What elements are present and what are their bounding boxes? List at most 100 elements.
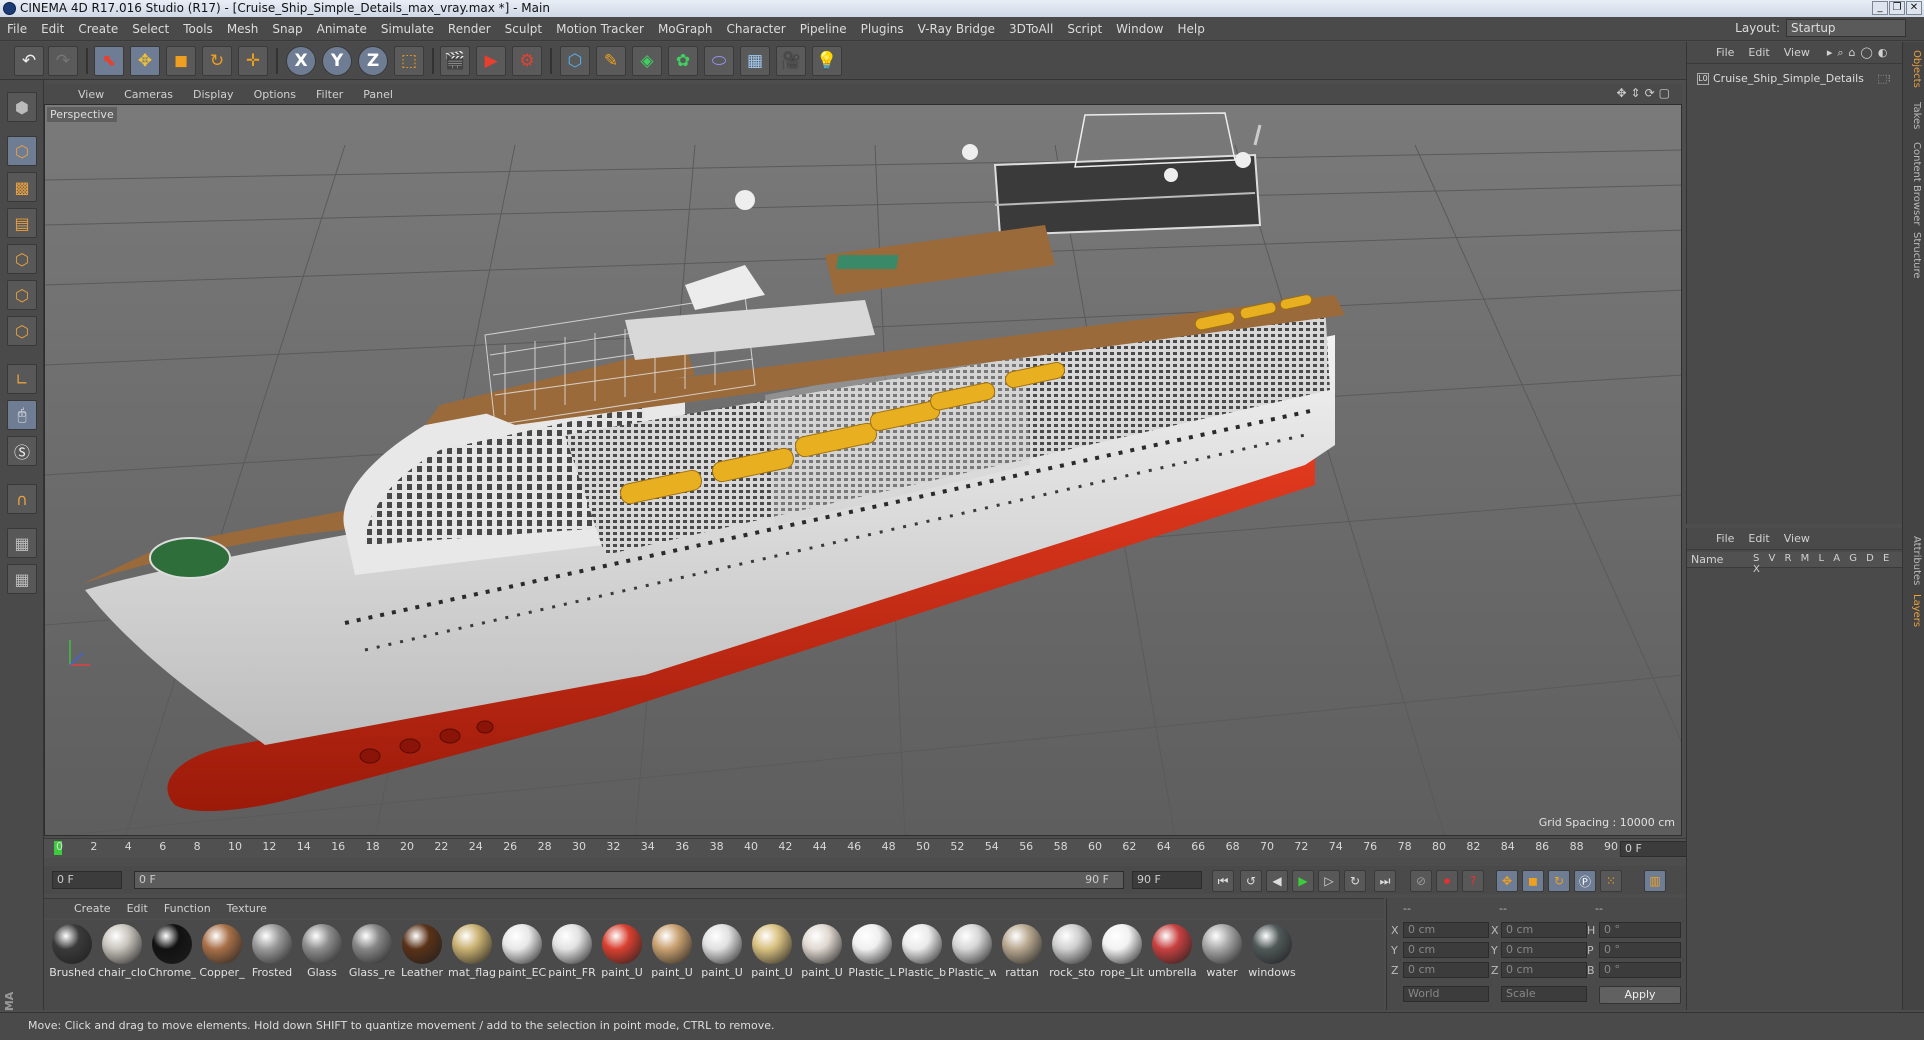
- record-button[interactable]: ⏺: [1436, 870, 1458, 892]
- material-swatch[interactable]: rock_sto: [1048, 922, 1095, 984]
- add-camera-button[interactable]: 🎥: [776, 46, 806, 76]
- go-to-start-button[interactable]: ⏮: [1212, 870, 1234, 892]
- next-frame-button[interactable]: ▷: [1318, 870, 1340, 892]
- record-scale-button[interactable]: ◼: [1522, 870, 1544, 892]
- material-swatch[interactable]: paint_U: [698, 922, 744, 984]
- axis-mode-button[interactable]: ∟: [7, 364, 37, 394]
- menu-vray-bridge[interactable]: V-Ray Bridge: [911, 22, 1002, 36]
- viewport-menu-view[interactable]: View: [68, 88, 114, 101]
- x-axis-lock-button[interactable]: X: [286, 46, 316, 76]
- material-swatch[interactable]: rattan: [998, 922, 1044, 984]
- object-manager-tool-icons[interactable]: ▸⌕⌂◯◐: [1827, 46, 1893, 60]
- material-menu-function[interactable]: Function: [156, 902, 219, 915]
- add-pen-spline-button[interactable]: ✎: [596, 46, 626, 76]
- object-visibility-icon[interactable]: ⬚⁝: [1877, 70, 1891, 88]
- material-menu-create[interactable]: Create: [66, 902, 119, 915]
- scale-tool-button[interactable]: ◼: [166, 46, 196, 76]
- start-frame-field[interactable]: 0 F: [52, 871, 122, 889]
- object-menu-view[interactable]: View: [1777, 46, 1817, 59]
- timeline-ruler[interactable]: 0 2 4 6 8 10 12 14 16 18 20 22 24 26 28 30 32 34 36 38 40 42 4…: [44, 838, 1690, 858]
- rot-b-field[interactable]: 0 °: [1599, 962, 1681, 978]
- material-menu-edit[interactable]: Edit: [119, 902, 156, 915]
- menu-sculpt[interactable]: Sculpt: [498, 22, 549, 36]
- render-settings-button[interactable]: ⚙: [512, 46, 542, 76]
- next-key-button[interactable]: ↻: [1344, 870, 1366, 892]
- maximize-button[interactable]: ❐: [1889, 1, 1905, 15]
- texture-mode-button[interactable]: ▩: [7, 172, 37, 202]
- menu-mesh[interactable]: Mesh: [220, 22, 266, 36]
- material-swatch[interactable]: windows: [1248, 922, 1296, 984]
- add-cloner-button[interactable]: ✿: [668, 46, 698, 76]
- menu-create[interactable]: Create: [71, 22, 125, 36]
- pos-x-field[interactable]: 0 cm: [1403, 922, 1489, 938]
- viewport-menu-filter[interactable]: Filter: [306, 88, 353, 101]
- material-swatch[interactable]: paint_U: [748, 922, 794, 984]
- make-editable-button[interactable]: ⬢: [7, 92, 37, 122]
- menu-3dtoall[interactable]: 3DToAll: [1002, 22, 1060, 36]
- rot-h-field[interactable]: 0 °: [1599, 922, 1681, 938]
- current-frame-field[interactable]: 0 F: [1620, 841, 1690, 857]
- keyframe-selection-button[interactable]: ⊘: [1410, 870, 1432, 892]
- snapping-button[interactable]: Ⓢ: [7, 436, 37, 466]
- live-selection-button[interactable]: ⬉: [94, 46, 124, 76]
- menu-snap[interactable]: Snap: [265, 22, 309, 36]
- previous-key-button[interactable]: ↺: [1240, 870, 1262, 892]
- object-menu-edit[interactable]: Edit: [1741, 46, 1776, 59]
- add-deformer-button[interactable]: ⬭: [704, 46, 734, 76]
- material-swatch[interactable]: rope_Lit: [1098, 922, 1144, 984]
- viewport-menu-display[interactable]: Display: [183, 88, 244, 101]
- tab-layers[interactable]: Layers: [1906, 594, 1922, 627]
- menu-help[interactable]: Help: [1170, 22, 1211, 36]
- add-light-button[interactable]: 💡: [812, 46, 842, 76]
- preview-range-slider[interactable]: 0 F 90 F: [134, 871, 1124, 889]
- points-mode-button[interactable]: ⬡: [7, 244, 37, 274]
- material-swatch[interactable]: paint_U: [798, 922, 844, 984]
- pos-y-field[interactable]: 0 cm: [1403, 942, 1489, 958]
- material-swatch[interactable]: chair_clo: [98, 922, 146, 984]
- tab-takes[interactable]: Takes: [1906, 102, 1922, 129]
- material-swatch[interactable]: Frosted: [248, 922, 294, 984]
- timeline-window-button[interactable]: ▥: [1644, 870, 1666, 892]
- material-swatch[interactable]: Plastic_w: [948, 922, 996, 984]
- material-swatch[interactable]: Chrome_: [148, 922, 196, 984]
- material-swatch[interactable]: Glass: [298, 922, 344, 984]
- magnet-button[interactable]: ∩: [7, 484, 37, 514]
- record-rotation-button[interactable]: ↻: [1548, 870, 1570, 892]
- material-swatch[interactable]: paint_EC: [498, 922, 546, 984]
- tweak-mode-button[interactable]: 🖰: [7, 400, 37, 430]
- menu-select[interactable]: Select: [125, 22, 176, 36]
- menu-plugins[interactable]: Plugins: [854, 22, 911, 36]
- material-swatch[interactable]: umbrella: [1148, 922, 1196, 984]
- record-position-button[interactable]: ✥: [1496, 870, 1518, 892]
- redo-button[interactable]: ↷: [48, 46, 78, 76]
- coordinate-space-dropdown[interactable]: World: [1403, 986, 1489, 1002]
- move-tool-button[interactable]: ✥: [130, 46, 160, 76]
- material-swatch[interactable]: paint_U: [598, 922, 644, 984]
- polygons-mode-button[interactable]: ⬡: [7, 316, 37, 346]
- layout-dropdown[interactable]: Startup: [1786, 19, 1906, 37]
- material-swatch[interactable]: Glass_re: [348, 922, 395, 984]
- edges-mode-button[interactable]: ⬡: [7, 280, 37, 310]
- end-frame-field[interactable]: 90 F: [1132, 871, 1202, 889]
- menu-pipeline[interactable]: Pipeline: [793, 22, 854, 36]
- material-swatch[interactable]: Brushed: [48, 922, 95, 984]
- viewport-menu-panel[interactable]: Panel: [353, 88, 403, 101]
- minimize-button[interactable]: _: [1872, 1, 1888, 15]
- material-swatch[interactable]: mat_flag: [448, 922, 496, 984]
- coordinate-system-button[interactable]: ⬚: [394, 46, 424, 76]
- viewport-camera-label[interactable]: Perspective: [47, 107, 117, 122]
- material-swatch[interactable]: Copper_: [198, 922, 245, 984]
- tab-content-browser[interactable]: Content Browser: [1906, 142, 1922, 225]
- previous-frame-button[interactable]: ◀: [1266, 870, 1288, 892]
- viewport-menu-cameras[interactable]: Cameras: [114, 88, 183, 101]
- material-menu-texture[interactable]: Texture: [219, 902, 275, 915]
- z-axis-lock-button[interactable]: Z: [358, 46, 388, 76]
- layer-menu-view[interactable]: View: [1777, 532, 1817, 545]
- planar-workplane-button[interactable]: ▦: [7, 564, 37, 594]
- play-forwards-button[interactable]: ▶: [1292, 870, 1314, 892]
- menu-edit[interactable]: Edit: [34, 22, 71, 36]
- workplane-mode-button[interactable]: ▤: [7, 208, 37, 238]
- menu-script[interactable]: Script: [1060, 22, 1109, 36]
- lock-workplane-button[interactable]: ▦: [7, 528, 37, 558]
- menu-tools[interactable]: Tools: [176, 22, 220, 36]
